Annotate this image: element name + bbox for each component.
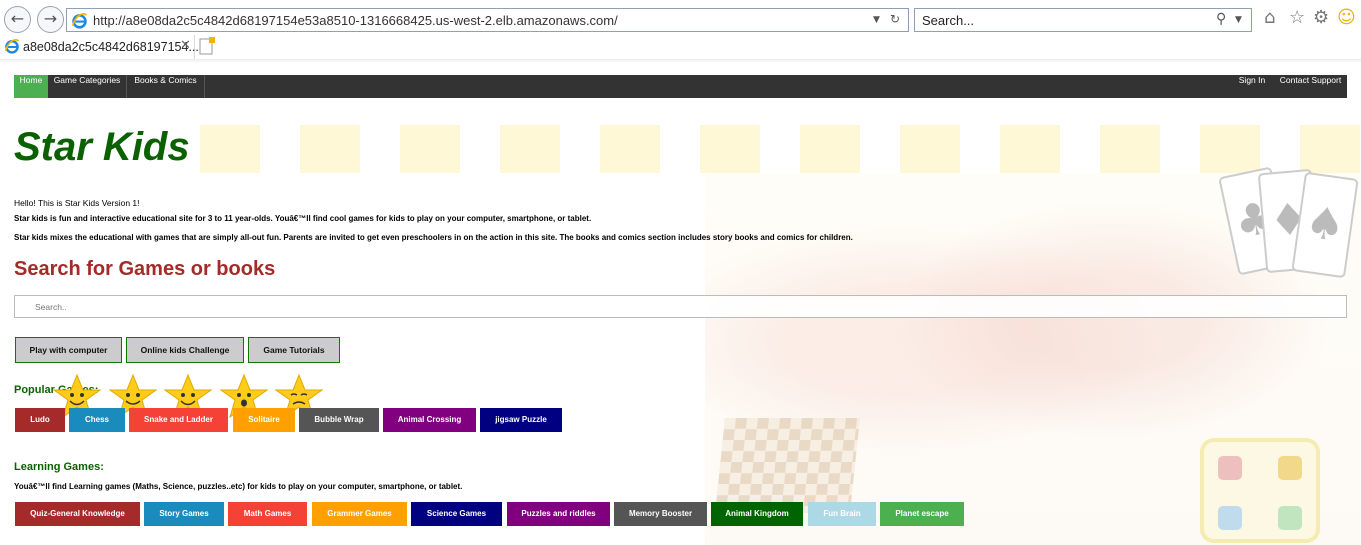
- game-button-bubble-wrap[interactable]: Bubble Wrap: [299, 408, 379, 432]
- tab-title: a8e08da2c5c4842d68197154...: [23, 40, 199, 54]
- game-button-math-games[interactable]: Math Games: [228, 502, 307, 526]
- game-button-animal-crossing[interactable]: Animal Crossing: [383, 408, 476, 432]
- refresh-icon[interactable]: ↻: [890, 12, 900, 26]
- close-icon[interactable]: ✕: [180, 38, 191, 53]
- intro-paragraph: Star kids is fun and interactive educati…: [14, 214, 592, 223]
- tab-online-kids-challenge[interactable]: Online kids Challenge: [126, 337, 244, 363]
- game-button-memory-booster[interactable]: Memory Booster: [614, 502, 707, 526]
- browser-search-placeholder: Search...: [922, 13, 975, 28]
- game-button-grammer-games[interactable]: Grammer Games: [312, 502, 407, 526]
- game-button-fun-brain[interactable]: Fun Brain: [808, 502, 876, 526]
- search-icon[interactable]: ⚲: [1216, 11, 1226, 27]
- game-button-chess[interactable]: Chess: [69, 408, 125, 432]
- nav-sign-in[interactable]: Sign In: [1230, 75, 1274, 98]
- forward-arrow-icon[interactable]: →: [37, 6, 64, 33]
- tab-game-tutorials[interactable]: Game Tutorials: [248, 337, 340, 363]
- game-button-story-games[interactable]: Story Games: [144, 502, 224, 526]
- search-heading: Search for Games or books: [14, 258, 276, 280]
- address-bar[interactable]: http://a8e08da2c5c4842d68197154e53a8510-…: [66, 8, 909, 32]
- intro-paragraph: Star kids mixes the educational with gam…: [14, 233, 853, 242]
- nav-home[interactable]: Home: [14, 75, 48, 98]
- background-chessboard: [715, 418, 860, 513]
- new-tab-icon[interactable]: [199, 37, 216, 55]
- back-arrow-icon[interactable]: ←: [4, 6, 31, 33]
- game-button-planet-escape[interactable]: Planet escape: [880, 502, 964, 526]
- nav-contact-support[interactable]: Contact Support: [1274, 75, 1347, 98]
- game-button-solitaire[interactable]: Solitaire: [233, 408, 295, 432]
- search-input[interactable]: [14, 295, 1347, 318]
- intro-greeting: Hello! This is Star Kids Version 1!: [14, 198, 140, 208]
- game-button-quiz-general-knowledge[interactable]: Quiz-General Knowledge: [15, 502, 140, 526]
- dropdown-icon[interactable]: ▼: [873, 15, 880, 25]
- dropdown-icon[interactable]: ▼: [1235, 15, 1242, 25]
- nav-books-comics[interactable]: Books & Comics: [127, 75, 205, 98]
- url-text: http://a8e08da2c5c4842d68197154e53a8510-…: [93, 13, 618, 28]
- nav-game-categories[interactable]: Game Categories: [48, 75, 127, 98]
- ie-logo-icon: [71, 13, 88, 29]
- background-ludo-board: [1200, 438, 1320, 543]
- game-button-science-games[interactable]: Science Games: [411, 502, 502, 526]
- gear-icon[interactable]: ⚙: [1313, 8, 1329, 28]
- top-navbar: Home Game Categories Books & Comics Sign…: [14, 75, 1347, 98]
- game-button-animal-kingdom[interactable]: Animal Kingdom: [711, 502, 803, 526]
- home-icon[interactable]: ⌂: [1264, 8, 1275, 28]
- site-title: Star Kids: [14, 125, 190, 169]
- game-button-ludo[interactable]: Ludo: [15, 408, 65, 432]
- ie-logo-icon: [4, 38, 20, 54]
- browser-search-box[interactable]: Search... ⚲ ▼: [914, 8, 1252, 32]
- star-icon[interactable]: ☆: [1289, 8, 1305, 28]
- browser-tab[interactable]: a8e08da2c5c4842d68197154... ✕: [0, 35, 199, 59]
- game-button-jigsaw-puzzle[interactable]: jigsaw Puzzle: [480, 408, 562, 432]
- tab-play-with-computer[interactable]: Play with computer: [15, 337, 122, 363]
- background-stars: [200, 125, 1361, 173]
- game-button-snake-and-ladder[interactable]: Snake and Ladder: [129, 408, 228, 432]
- game-button-puzzles-and-riddles[interactable]: Puzzles and riddles: [507, 502, 610, 526]
- browser-chrome: ← → http://a8e08da2c5c4842d68197154e53a8…: [0, 0, 1361, 63]
- page-content: ♣ ♦ ♠ Home Game Categories Books & Comic…: [0, 63, 1361, 545]
- learning-games-heading: Learning Games:: [14, 461, 104, 473]
- learning-games-description: Youâ€™ll find Learning games (Maths, Sci…: [14, 482, 463, 491]
- smiley-icon[interactable]: ☺: [1337, 8, 1356, 28]
